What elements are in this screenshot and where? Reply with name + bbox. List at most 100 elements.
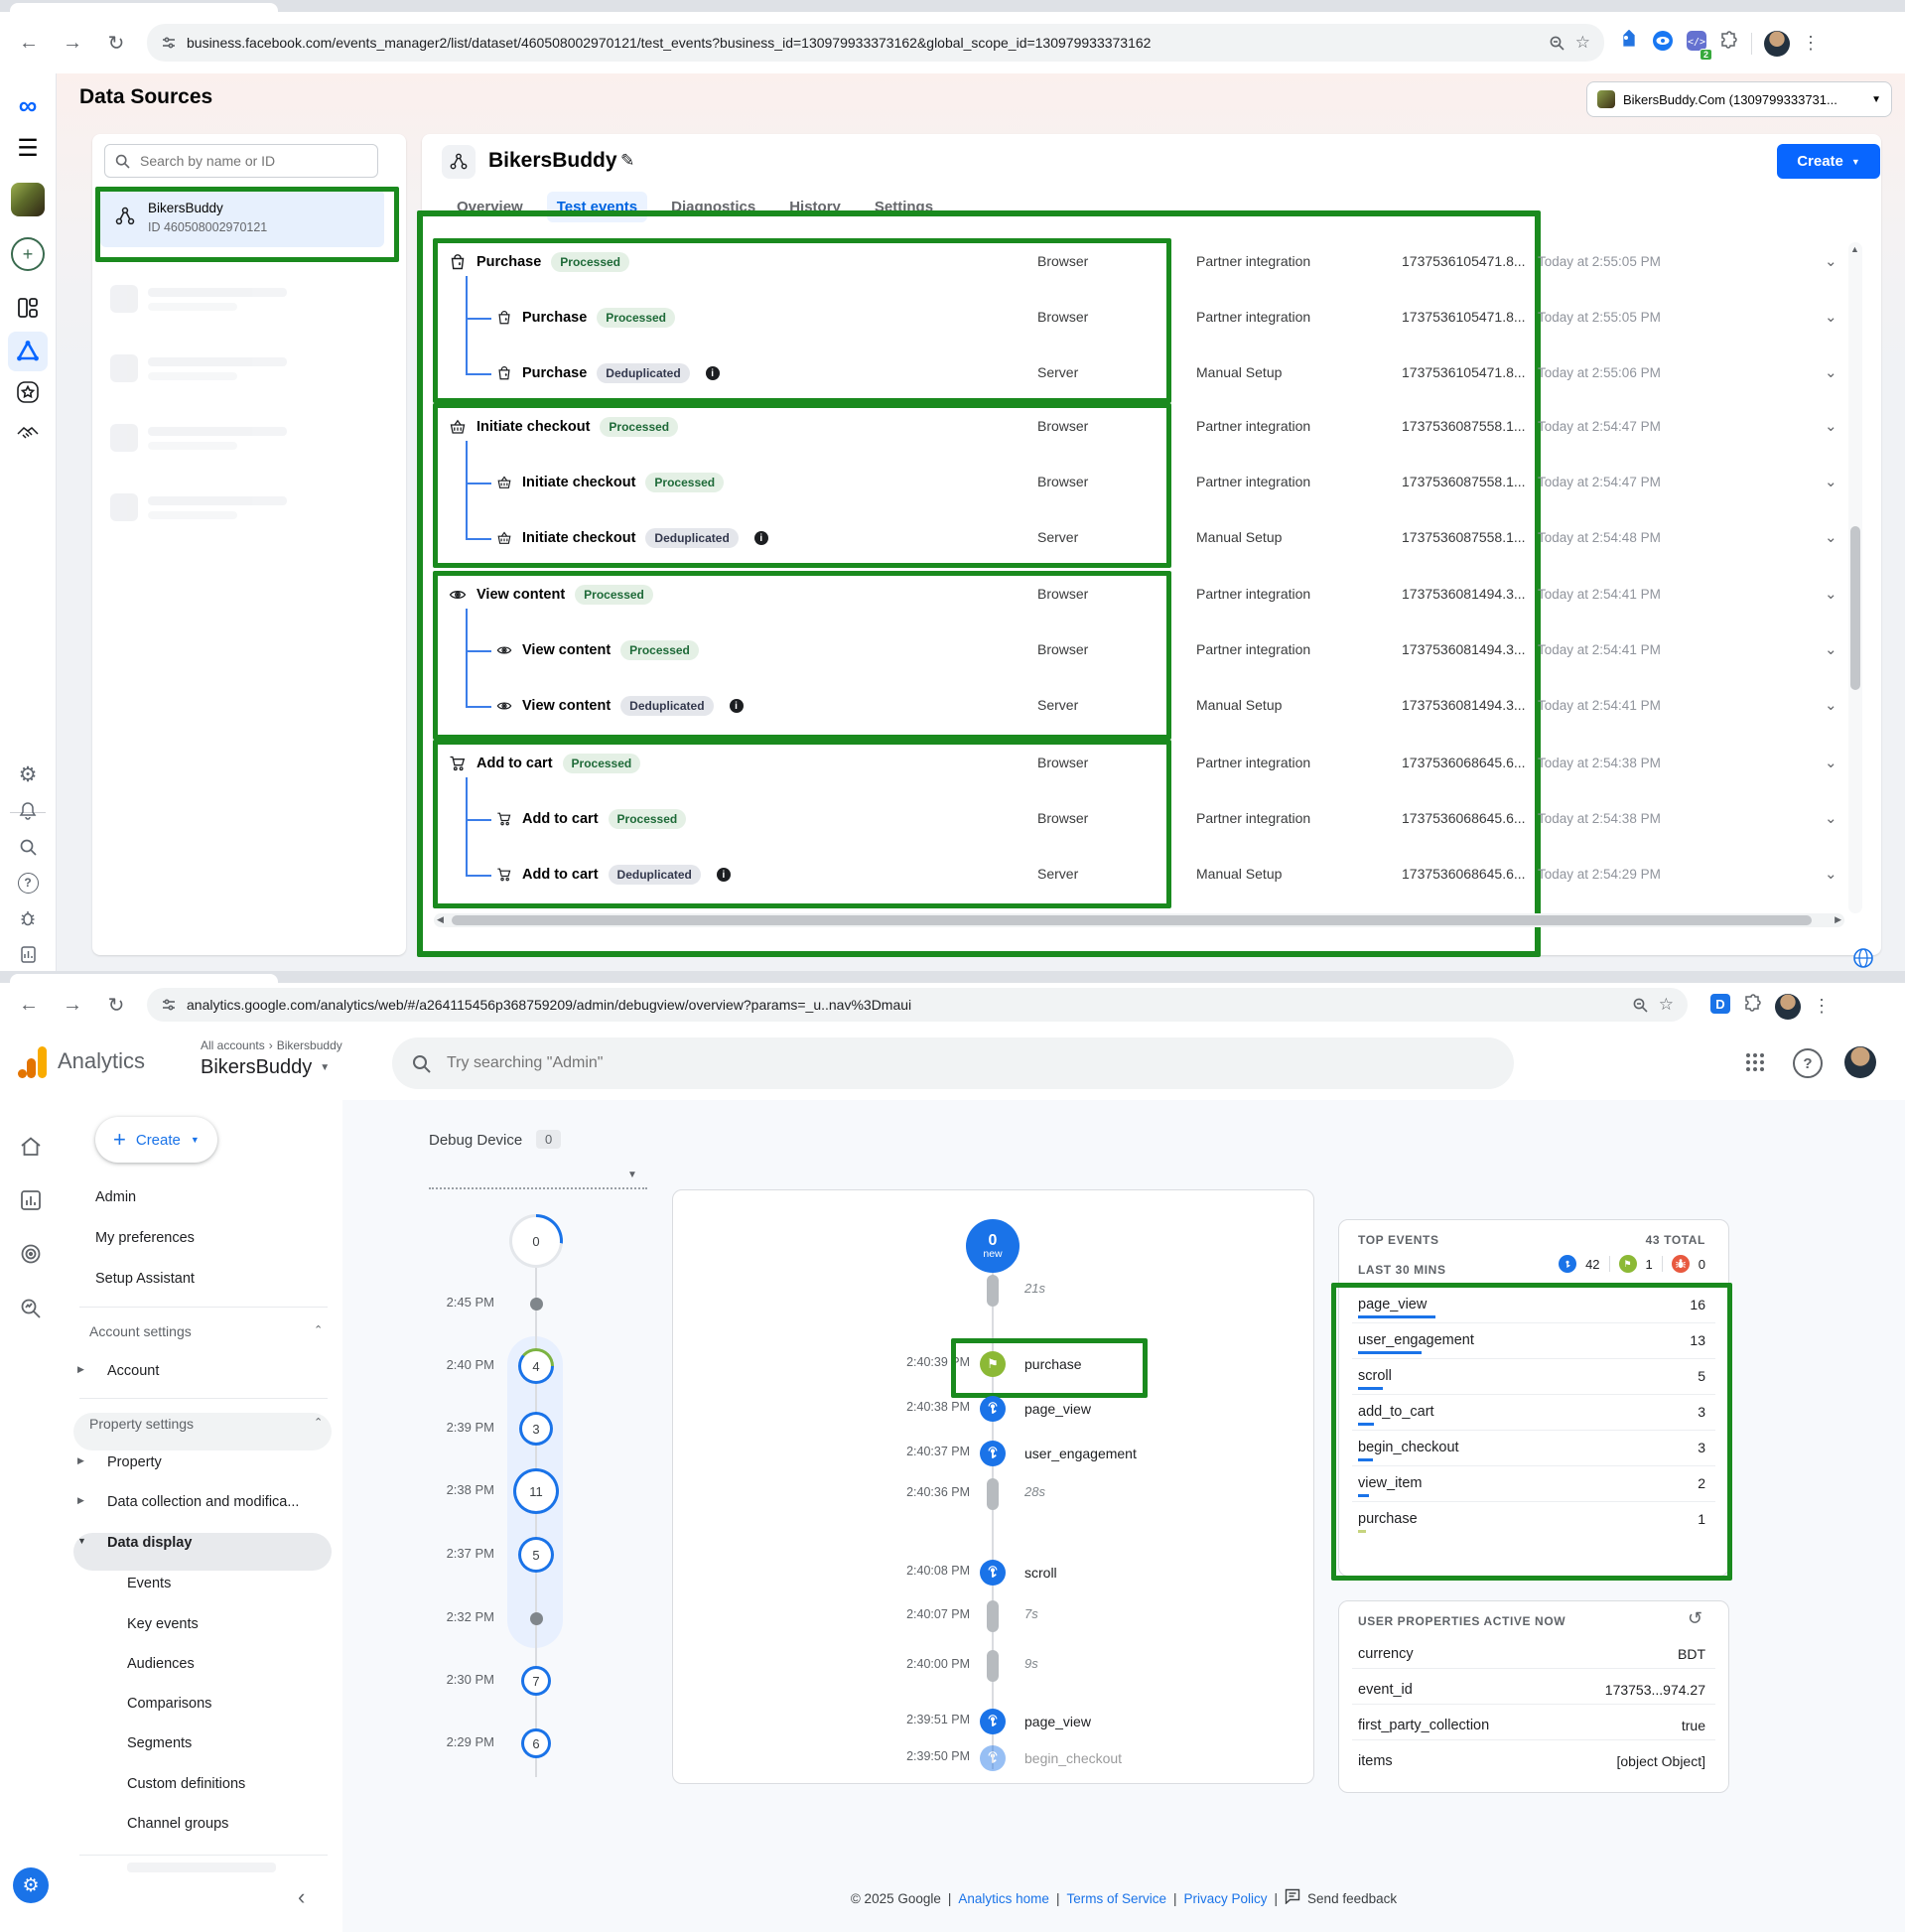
- row-chevron-icon[interactable]: ⌄: [1825, 363, 1837, 381]
- nav-item-account-settings[interactable]: Account settings: [89, 1323, 192, 1339]
- help-icon[interactable]: ?: [1793, 1048, 1823, 1078]
- scrollbar-thumb[interactable]: [452, 915, 1812, 925]
- timeline-minute-bubble[interactable]: 11: [513, 1468, 559, 1514]
- rail-item-reports[interactable]: [19, 1188, 43, 1212]
- business-selector[interactable]: BikersBuddy.Com (1309799333731... ▼: [1586, 81, 1892, 117]
- event-child-row[interactable]: View contentDeduplicatediServerManual Se…: [0, 692, 1905, 720]
- nav-item-property-settings[interactable]: Property settings: [89, 1416, 194, 1432]
- ga-settings-gear[interactable]: ⚙: [13, 1867, 49, 1903]
- rail-item-explore[interactable]: [19, 1297, 43, 1320]
- tab-settings[interactable]: Settings: [865, 192, 943, 222]
- url-bar[interactable]: analytics.google.com/analytics/web/#/a26…: [147, 988, 1688, 1022]
- forward-button[interactable]: →: [56, 988, 89, 1022]
- tab-diagnostics[interactable]: Diagnostics: [661, 192, 765, 222]
- breadcrumb[interactable]: All accounts›Bikersbuddy: [201, 1038, 342, 1052]
- timeline-minute-bubble[interactable]: 7: [521, 1666, 551, 1696]
- caret-down-icon[interactable]: ▼: [627, 1170, 637, 1180]
- search-input[interactable]: [138, 152, 367, 170]
- url-text[interactable]: analytics.google.com/analytics/web/#/a26…: [187, 997, 1622, 1013]
- event-child-row[interactable]: PurchaseProcessedBrowserPartner integrat…: [0, 304, 1905, 332]
- extensions-puzzle-icon[interactable]: [1743, 994, 1763, 1019]
- info-icon[interactable]: i: [730, 699, 744, 713]
- eye-extension-icon[interactable]: [1652, 30, 1674, 57]
- collapse-chevron-icon[interactable]: ⌃: [314, 1323, 323, 1336]
- d-extension-icon[interactable]: D: [1709, 993, 1731, 1020]
- event-child-row[interactable]: View contentProcessedBrowserPartner inte…: [0, 636, 1905, 664]
- ga-search-bar[interactable]: [392, 1037, 1514, 1089]
- row-chevron-icon[interactable]: ⌄: [1825, 754, 1837, 771]
- stream-event-row[interactable]: user_engagement: [980, 1441, 1137, 1466]
- edit-pencil-icon[interactable]: ✎: [620, 151, 634, 171]
- info-icon[interactable]: i: [754, 531, 768, 545]
- row-chevron-icon[interactable]: ⌄: [1825, 252, 1837, 270]
- nav-item-data-display[interactable]: Data display: [107, 1535, 192, 1551]
- stream-event-row[interactable]: page_view: [980, 1396, 1091, 1422]
- nav-item-events[interactable]: Events: [127, 1576, 171, 1591]
- reload-button[interactable]: ↻: [99, 26, 133, 60]
- globe-icon[interactable]: [1852, 947, 1874, 974]
- event-child-row[interactable]: Add to cartDeduplicatediServerManual Set…: [0, 861, 1905, 889]
- timeline-minute-bubble[interactable]: 5: [518, 1537, 554, 1573]
- stream-event-name[interactable]: user_engagement: [1024, 1446, 1137, 1461]
- nav-item-segments[interactable]: Segments: [127, 1735, 192, 1751]
- create-button[interactable]: Create▼: [1777, 144, 1880, 179]
- browser-tab[interactable]: [10, 974, 278, 983]
- event-parent-row[interactable]: View contentProcessedBrowserPartner inte…: [0, 581, 1905, 609]
- forward-button[interactable]: →: [56, 26, 89, 60]
- top-event-name[interactable]: view_item: [1358, 1475, 1422, 1491]
- row-chevron-icon[interactable]: ⌄: [1825, 809, 1837, 827]
- send-feedback[interactable]: Send feedback: [1307, 1891, 1397, 1906]
- url-bar[interactable]: business.facebook.com/events_manager2/li…: [147, 24, 1604, 62]
- top-event-name[interactable]: purchase: [1358, 1511, 1418, 1527]
- profile-avatar[interactable]: [1775, 994, 1801, 1020]
- timeline-minute-bubble[interactable]: 0: [509, 1214, 563, 1268]
- back-button[interactable]: ←: [12, 988, 46, 1022]
- create-button[interactable]: + Create ▼: [95, 1117, 217, 1163]
- nav-item-audiences[interactable]: Audiences: [127, 1656, 195, 1672]
- nav-item-comparisons[interactable]: Comparisons: [127, 1696, 211, 1712]
- event-child-row[interactable]: Initiate checkoutDeduplicatediServerManu…: [0, 524, 1905, 552]
- footer-link-privacy[interactable]: Privacy Policy: [1184, 1891, 1268, 1906]
- horizontal-scrollbar[interactable]: ◀ ▶: [434, 913, 1844, 927]
- info-icon[interactable]: i: [717, 868, 731, 882]
- property-selector[interactable]: BikersBuddy▼: [201, 1056, 330, 1079]
- stream-event-row[interactable]: ⚑purchase: [980, 1351, 1082, 1377]
- top-event-name[interactable]: scroll: [1358, 1368, 1392, 1384]
- row-chevron-icon[interactable]: ⌄: [1825, 585, 1837, 603]
- tab-history[interactable]: History: [779, 192, 851, 222]
- collapse-arrow-icon[interactable]: ▼: [77, 1536, 86, 1546]
- event-parent-row[interactable]: PurchaseProcessedBrowserPartner integrat…: [0, 248, 1905, 276]
- tag-extension-icon[interactable]: [1618, 30, 1640, 57]
- vertical-scrollbar[interactable]: ▲: [1848, 242, 1862, 913]
- rail-item-menu[interactable]: ☰: [8, 128, 48, 168]
- datasource-item-selected[interactable]: BikersBuddy ID 460508002970121: [100, 190, 384, 247]
- nav-item-my-preferences[interactable]: My preferences: [95, 1230, 195, 1246]
- expand-arrow-icon[interactable]: ▶: [77, 1364, 84, 1375]
- history-icon[interactable]: ↺: [1688, 1608, 1702, 1629]
- stream-event-row[interactable]: begin_checkout: [980, 1745, 1122, 1771]
- rail-item-bug-report[interactable]: [8, 898, 48, 938]
- row-chevron-icon[interactable]: ⌄: [1825, 865, 1837, 883]
- ga-search-input[interactable]: [445, 1053, 1494, 1073]
- stream-event-name[interactable]: scroll: [1024, 1565, 1057, 1581]
- stream-event-name[interactable]: purchase: [1024, 1356, 1082, 1372]
- collapse-nav-icon[interactable]: ‹: [298, 1884, 305, 1910]
- apps-grid-icon[interactable]: [1743, 1050, 1767, 1079]
- analytics-logo[interactable]: [16, 1044, 50, 1085]
- browser-menu-icon[interactable]: ⋮: [1802, 33, 1820, 54]
- timeline-minute-bubble[interactable]: 4: [518, 1348, 554, 1384]
- timeline-minute-bubble[interactable]: 6: [521, 1728, 551, 1758]
- event-parent-row[interactable]: Initiate checkoutProcessedBrowserPartner…: [0, 413, 1905, 441]
- stream-event-name[interactable]: begin_checkout: [1024, 1750, 1122, 1766]
- tab-overview[interactable]: Overview: [447, 192, 533, 222]
- nav-item-setup-assistant[interactable]: Setup Assistant: [95, 1271, 195, 1287]
- back-button[interactable]: ←: [12, 26, 46, 60]
- scrollbar-thumb[interactable]: [1850, 526, 1860, 690]
- bookmark-star-icon[interactable]: ☆: [1659, 995, 1674, 1015]
- event-child-row[interactable]: PurchaseDeduplicatediServerManual Setup1…: [0, 359, 1905, 387]
- profile-avatar[interactable]: [1844, 1046, 1876, 1078]
- rail-item-meta-logo[interactable]: ∞: [8, 85, 48, 125]
- code-extension-icon[interactable]: </>2: [1686, 30, 1707, 57]
- rail-item-advertising[interactable]: [19, 1242, 43, 1266]
- tab-test-events[interactable]: Test events: [547, 192, 647, 222]
